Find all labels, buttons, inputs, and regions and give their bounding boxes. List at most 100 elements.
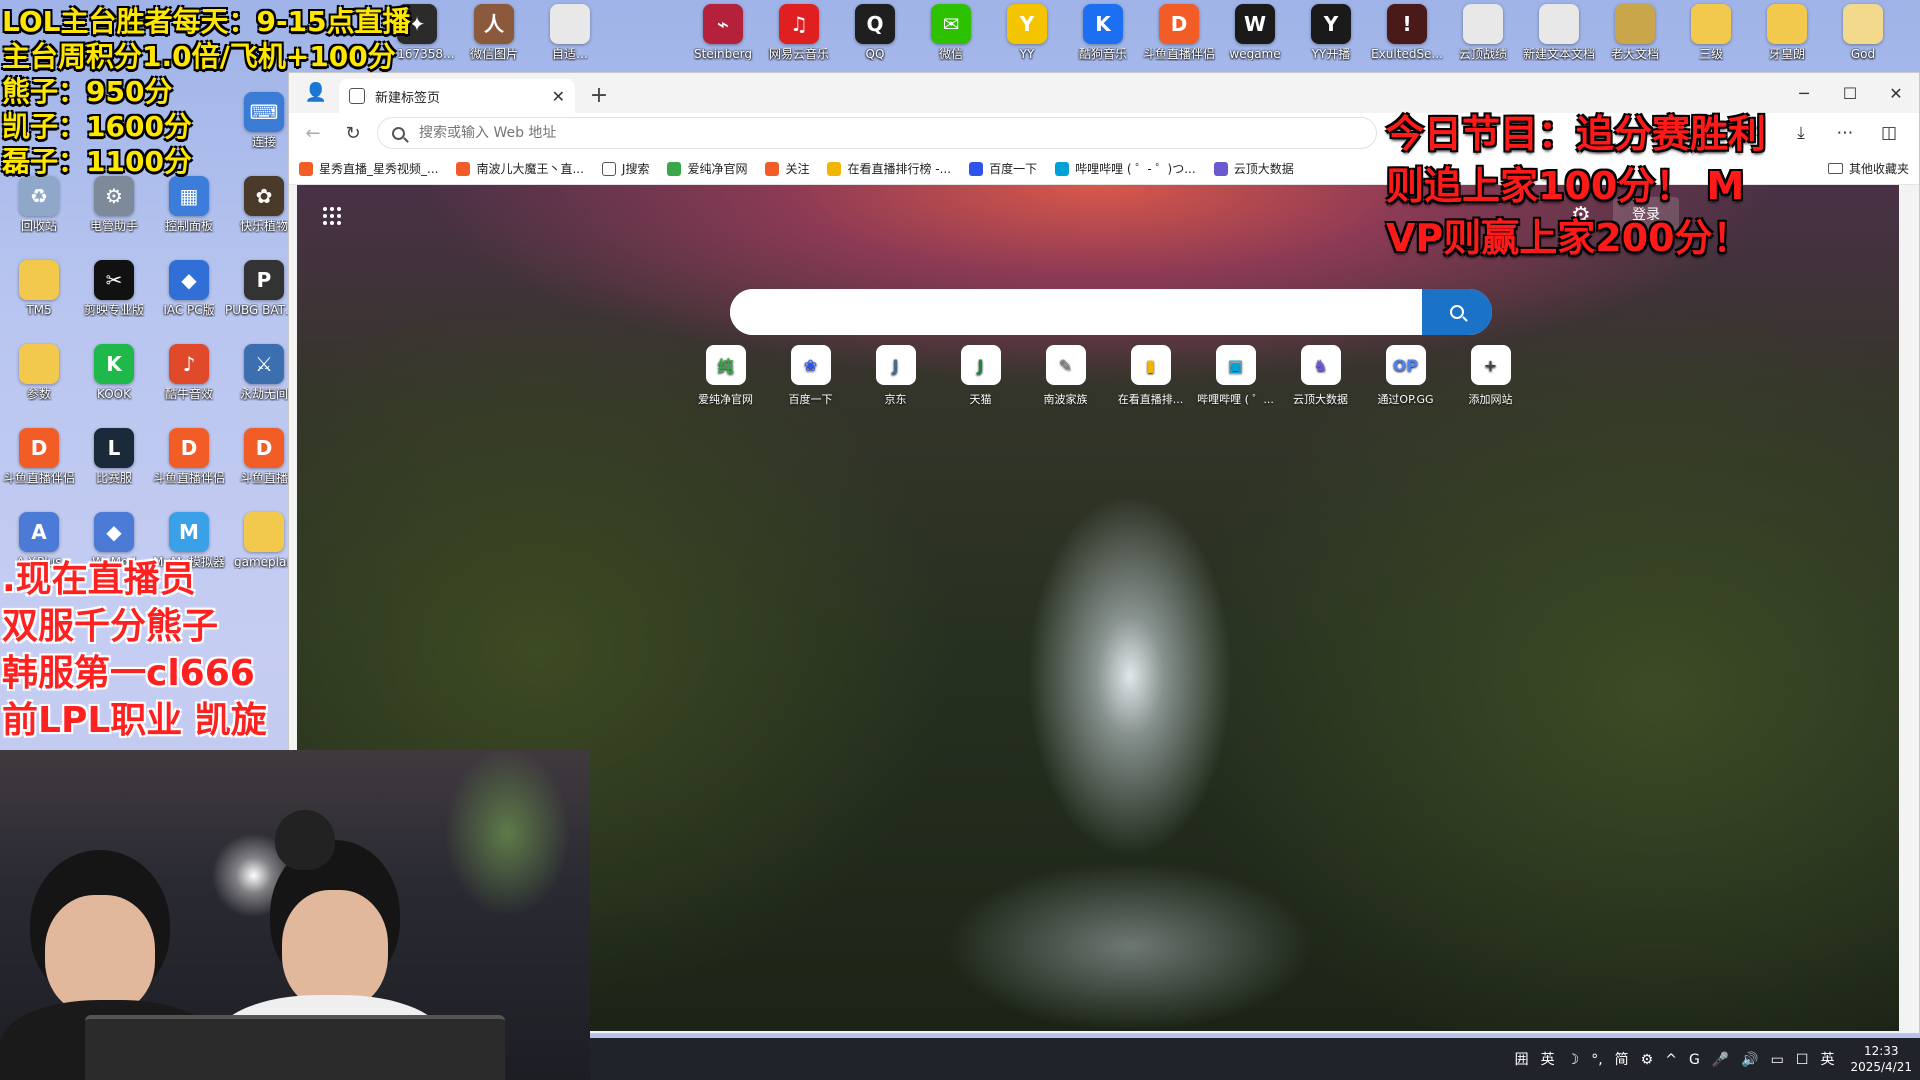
quick-link-7[interactable]: ♞ 云顶大数据 — [1278, 345, 1363, 407]
bookmark-item[interactable]: 在看直播排行榜 -... — [827, 160, 951, 177]
tray-icon[interactable]: ▭ — [1771, 1052, 1784, 1068]
desktop-icon-label: 三级 — [1698, 48, 1723, 61]
apps-grid-icon[interactable] — [323, 207, 341, 225]
bookmark-item[interactable]: 百度一下 — [969, 160, 1037, 177]
close-icon[interactable]: ✕ — [552, 87, 565, 106]
other-bookmarks-button[interactable]: 其他收藏夹 — [1827, 160, 1909, 177]
quick-link-5[interactable]: ▮ 在看直播排... — [1108, 345, 1193, 407]
quick-link-6[interactable]: ▣ 哔哩哔哩 ( ゜... — [1193, 345, 1278, 407]
recycle-bin-icon: ♻ — [19, 176, 59, 216]
webcam-feed — [0, 750, 590, 1080]
desktop-icon-label: Steinberg — [694, 48, 752, 61]
desktop-icon-label: 微信 — [938, 48, 963, 61]
tray-icon[interactable]: 🔊 — [1741, 1052, 1758, 1068]
desktop-icon-left-4[interactable]: TM5 — [0, 260, 78, 342]
bookmark-item[interactable]: J搜索 — [601, 160, 649, 177]
quick-link-label: 哔哩哔哩 ( ゜... — [1197, 393, 1274, 406]
nanbo-icon: ✎ — [1045, 345, 1086, 385]
desktop-icon-left-6[interactable]: ◆ IAC PC版 — [150, 260, 228, 342]
desktop-icon-left-5[interactable]: ✂ 剪映专业版 — [75, 260, 153, 342]
desktop-icon-left-1[interactable]: ⚙ 电管助手 — [75, 176, 153, 258]
overlay-line: 凯子：1600分 — [2, 110, 192, 143]
folder-icon — [244, 512, 284, 552]
tft-icon — [1213, 161, 1228, 176]
aichunjing-icon — [667, 161, 682, 176]
bookmark-item[interactable]: 爱纯净官网 — [667, 160, 747, 177]
desktop-icon-label: 斗鱼直播伴侣 — [152, 472, 225, 485]
desktop-icon-left-0[interactable]: ♻ 回收站 — [0, 176, 78, 258]
desktop-icon-left-12[interactable]: D 斗鱼直播伴侣 — [0, 428, 78, 510]
desktop-icon-left-2[interactable]: ▦ 控制面板 — [150, 176, 228, 258]
tray-icon[interactable]: G — [1689, 1052, 1700, 1068]
copilot-icon[interactable]: ◫ — [1867, 123, 1911, 143]
bookmark-label: 百度一下 — [989, 162, 1038, 176]
address-bar[interactable] — [377, 117, 1377, 149]
desktop-icon-label: 牙皇朗 — [1768, 48, 1805, 61]
desktop-icon-left-9[interactable]: K KOOK — [75, 344, 153, 426]
jd-icon: J — [875, 345, 916, 385]
folder-icon — [1843, 4, 1883, 44]
kook-icon: K — [94, 344, 134, 384]
quick-link-9[interactable]: + 添加网站 — [1448, 345, 1533, 407]
document-icon — [550, 4, 590, 44]
new-tab-button[interactable]: + — [583, 79, 615, 111]
quick-link-8[interactable]: OP 通过OP.GG — [1363, 345, 1448, 407]
bookmark-item[interactable]: 关注 — [765, 160, 809, 177]
quick-link-0[interactable]: 纯爱纯净官网 — [683, 345, 768, 407]
web-search-box[interactable] — [730, 289, 1492, 335]
tray-icon[interactable]: 英 — [1541, 1052, 1555, 1068]
stream-overlay-mid-left: .现在直播员 双服千分熊子 韩服第一cl666 前LPL职业 凯旋 — [2, 556, 267, 744]
lol-icon: L — [94, 428, 134, 468]
desktop-icon-label: 酷狗音乐 — [1078, 48, 1127, 61]
web-search-input[interactable] — [730, 289, 1422, 335]
close-window-icon[interactable]: ✕ — [1873, 84, 1919, 103]
sound-icon: ♪ — [169, 344, 209, 384]
tray-icon[interactable]: ^ — [1665, 1052, 1677, 1068]
overlay-line: 前LPL职业 凯旋 — [2, 700, 267, 741]
tray-icon[interactable]: 英 — [1820, 1052, 1834, 1068]
desktop-icon-label: 比赛服 — [95, 472, 132, 485]
tray-icon[interactable]: 简 — [1615, 1052, 1629, 1068]
tray-icon[interactable]: °, — [1591, 1052, 1602, 1068]
stream-overlay-top-right: 今日节目：追分赛胜利 则追上家100分！ M VP则赢上家200分！ — [1386, 108, 1766, 264]
desktop-icon-left-10[interactable]: ♪ 酷牛音效 — [150, 344, 228, 426]
bookmark-item[interactable]: 南波儿大魔王丶直... — [456, 160, 584, 177]
maximize-icon[interactable]: ☐ — [1827, 84, 1873, 103]
globe-icon — [601, 161, 616, 176]
bookmark-label: 在看直播排行榜 -... — [847, 162, 952, 176]
folder-icon — [1767, 4, 1807, 44]
qq-icon: Q — [855, 4, 895, 44]
quick-link-2[interactable]: J 京东 — [853, 345, 938, 407]
more-options-icon[interactable]: ⋯ — [1823, 123, 1867, 143]
folder-icon — [19, 260, 59, 300]
iac-icon: ◆ — [169, 260, 209, 300]
overlay-line: 熊子：950分 — [2, 75, 173, 108]
quick-link-label: 通过OP.GG — [1377, 393, 1434, 406]
text-file-icon — [1539, 4, 1579, 44]
tray-icon[interactable]: ⚙ — [1641, 1052, 1654, 1068]
overlay-line: VP则赢上家200分！ — [1386, 216, 1751, 260]
douyu-icon — [456, 161, 471, 176]
search-button[interactable] — [1422, 289, 1492, 335]
tray-icon[interactable]: ☐ — [1796, 1052, 1809, 1068]
desktop-icon-left-14[interactable]: D 斗鱼直播伴侣 — [150, 428, 228, 510]
minimize-icon[interactable]: ─ — [1781, 84, 1827, 103]
game-icon: ✿ — [244, 176, 284, 216]
quick-link-1[interactable]: ❀ 百度一下 — [768, 345, 853, 407]
desktop-icon-label: 参数 — [26, 388, 51, 401]
quick-link-label: 添加网站 — [1468, 393, 1513, 406]
bookmark-item[interactable]: 云顶大数据 — [1213, 160, 1294, 177]
tray-icon[interactable]: 🎤 — [1712, 1052, 1729, 1068]
download-icon[interactable]: ⤓ — [1779, 123, 1823, 143]
bookmark-item[interactable]: 哔哩哔哩 ( ゜- ゜)つ... — [1055, 160, 1196, 177]
address-input[interactable] — [419, 125, 1362, 141]
desktop-icon-left-13[interactable]: L 比赛服 — [75, 428, 153, 510]
tray-icon[interactable]: 囲 — [1515, 1052, 1529, 1068]
tray-icon[interactable]: ☽ — [1567, 1052, 1580, 1068]
quick-link-3[interactable]: J 天猫 — [938, 345, 1023, 407]
quick-link-4[interactable]: ✎ 南波家族 — [1023, 345, 1108, 407]
desktop-icon-left-8[interactable]: 参数 — [0, 344, 78, 426]
desktop-icon-label: 剪映专业版 — [83, 304, 144, 317]
clock[interactable]: 12:33 2025/4/21 — [1850, 1043, 1912, 1075]
folder-icon — [1827, 163, 1843, 174]
